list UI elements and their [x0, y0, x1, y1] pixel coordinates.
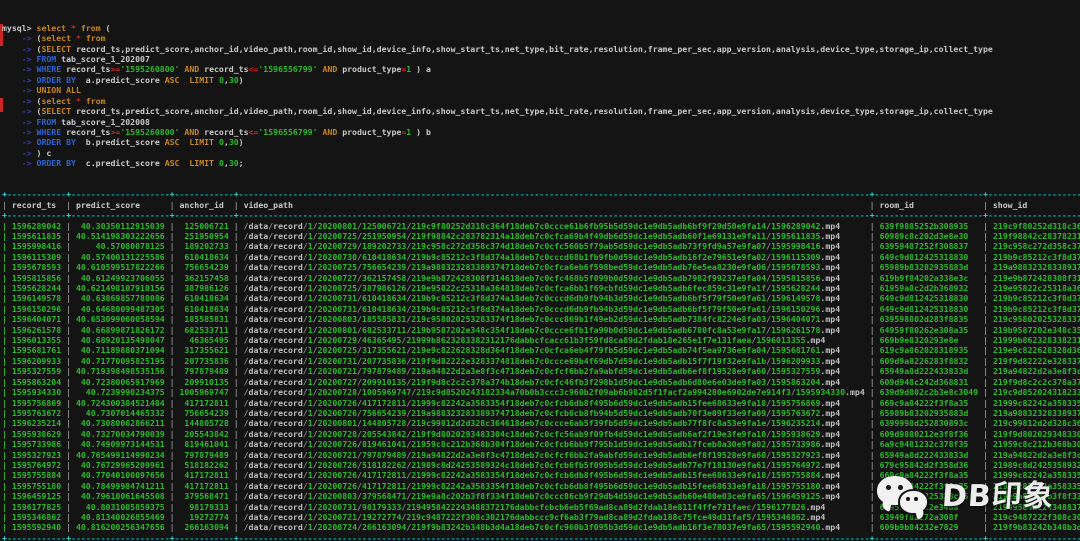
sql-line: -> (SELECT record_ts,predict_score,ancho… — [2, 44, 1080, 54]
sql-line: -> FROM tab_score_1_202008 — [2, 117, 1080, 127]
table-header-row: | record_ts | predict_score | anchor_id … — [2, 200, 1080, 210]
table-row: | 1595327923 | 40.765499114990234 | 7978… — [2, 450, 1080, 460]
table-row: | 1595764972 | 40.76729965209961 | 51818… — [2, 460, 1080, 470]
table-row: | 1596115309 | 40.57400131225586 | 61041… — [2, 252, 1080, 262]
sql-line: -> ORDER BY a.predict_score ASC LIMIT 0,… — [2, 75, 1080, 85]
table-row: | 1595934330 | 40.7239990234375 | 100596… — [2, 387, 1080, 397]
table-row: | 1595863204 | 40.72380065917969 | 20991… — [2, 377, 1080, 387]
table-row: | 1595815856 | 40.61249923706055 | 36215… — [2, 273, 1080, 283]
table-row: | 1595681761 | 40.71189880371094 | 31735… — [2, 345, 1080, 355]
table-border: +------------+--------------------+-----… — [2, 210, 1080, 220]
sql-line: mysql> select * from ( — [2, 23, 1080, 33]
watermark: DB印象 — [876, 473, 1054, 521]
table-row: | 1595628244 | 40.621498107910156 | 3879… — [2, 283, 1080, 293]
table-row: | 1596150296 | 40.64680099487305 | 61041… — [2, 304, 1080, 314]
wechat-icon — [876, 473, 932, 521]
table-row: | 1595763672 | 40.7307014465332 | 756654… — [2, 408, 1080, 418]
table-border: +------------+--------------------+-----… — [2, 533, 1080, 541]
watermark-text: DB印象 — [942, 492, 1055, 502]
table-row: | 1596235214 | 40.73080062866211 | 14480… — [2, 418, 1080, 428]
table-row: | 1595756869 | 40.724300384521484 | 4171… — [2, 398, 1080, 408]
table-border: +------------+--------------------+-----… — [2, 189, 1080, 199]
terminal-output: mysql> select * from ( -> (select * from… — [2, 2, 1080, 541]
table-row: | 1595938629 | 40.73270034790039 | 20554… — [2, 429, 1080, 439]
table-row: | 1595611835 | 40.514198303222656 | 2519… — [2, 231, 1080, 241]
sql-line: -> UNION ALL — [2, 85, 1080, 95]
sql-line: -> (select * from — [2, 96, 1080, 106]
sql-line: -> WHERE record_ts>='1595260800' AND rec… — [2, 127, 1080, 137]
table-row: | 1596289042 | 40.30350112915039 | 12500… — [2, 221, 1080, 231]
sql-line: -> FROM tab_score_1_202007 — [2, 54, 1080, 64]
table-row: | 1596209933 | 40.71770095825195 | 20773… — [2, 356, 1080, 366]
table-row: | 1595678593 | 40.610599517822266 | 7566… — [2, 262, 1080, 272]
table-row: | 1596404071 | 40.653099060058594 | 1855… — [2, 314, 1080, 324]
table-row: | 1595998416 | 40.57080078125 | 18920273… — [2, 241, 1080, 251]
table-row: | 1595733986 | 40.74909973144531 | 81946… — [2, 439, 1080, 449]
sql-line: -> (SELECT record_ts,predict_score,ancho… — [2, 106, 1080, 116]
table-row: | 1596013355 | 40.68920135498047 | 46365… — [2, 335, 1080, 345]
table-row: | 1595592940 | 40.816200256347656 | 2661… — [2, 522, 1080, 532]
table-row: | 1595327559 | 40.719398498535156 | 7978… — [2, 366, 1080, 376]
mysql-terminal[interactable]: mysql> select * from ( -> (select * from… — [0, 0, 1080, 541]
sql-block: mysql> select * from ( -> (select * from… — [2, 23, 1080, 169]
table-row: | 1596261578 | 40.66899871826172 | 68253… — [2, 325, 1080, 335]
table-row: | 1596149578 | 40.63869857788086 | 61041… — [2, 293, 1080, 303]
sql-line: -> (select * from — [2, 33, 1080, 43]
sql-line: -> WHERE record_ts>='1595260800' AND rec… — [2, 64, 1080, 74]
sql-line: -> ORDER BY c.predict_score ASC LIMIT 0,… — [2, 158, 1080, 168]
sql-line: -> ORDER BY b.predict_score ASC LIMIT 0,… — [2, 137, 1080, 147]
sql-line: -> ) c — [2, 148, 1080, 158]
